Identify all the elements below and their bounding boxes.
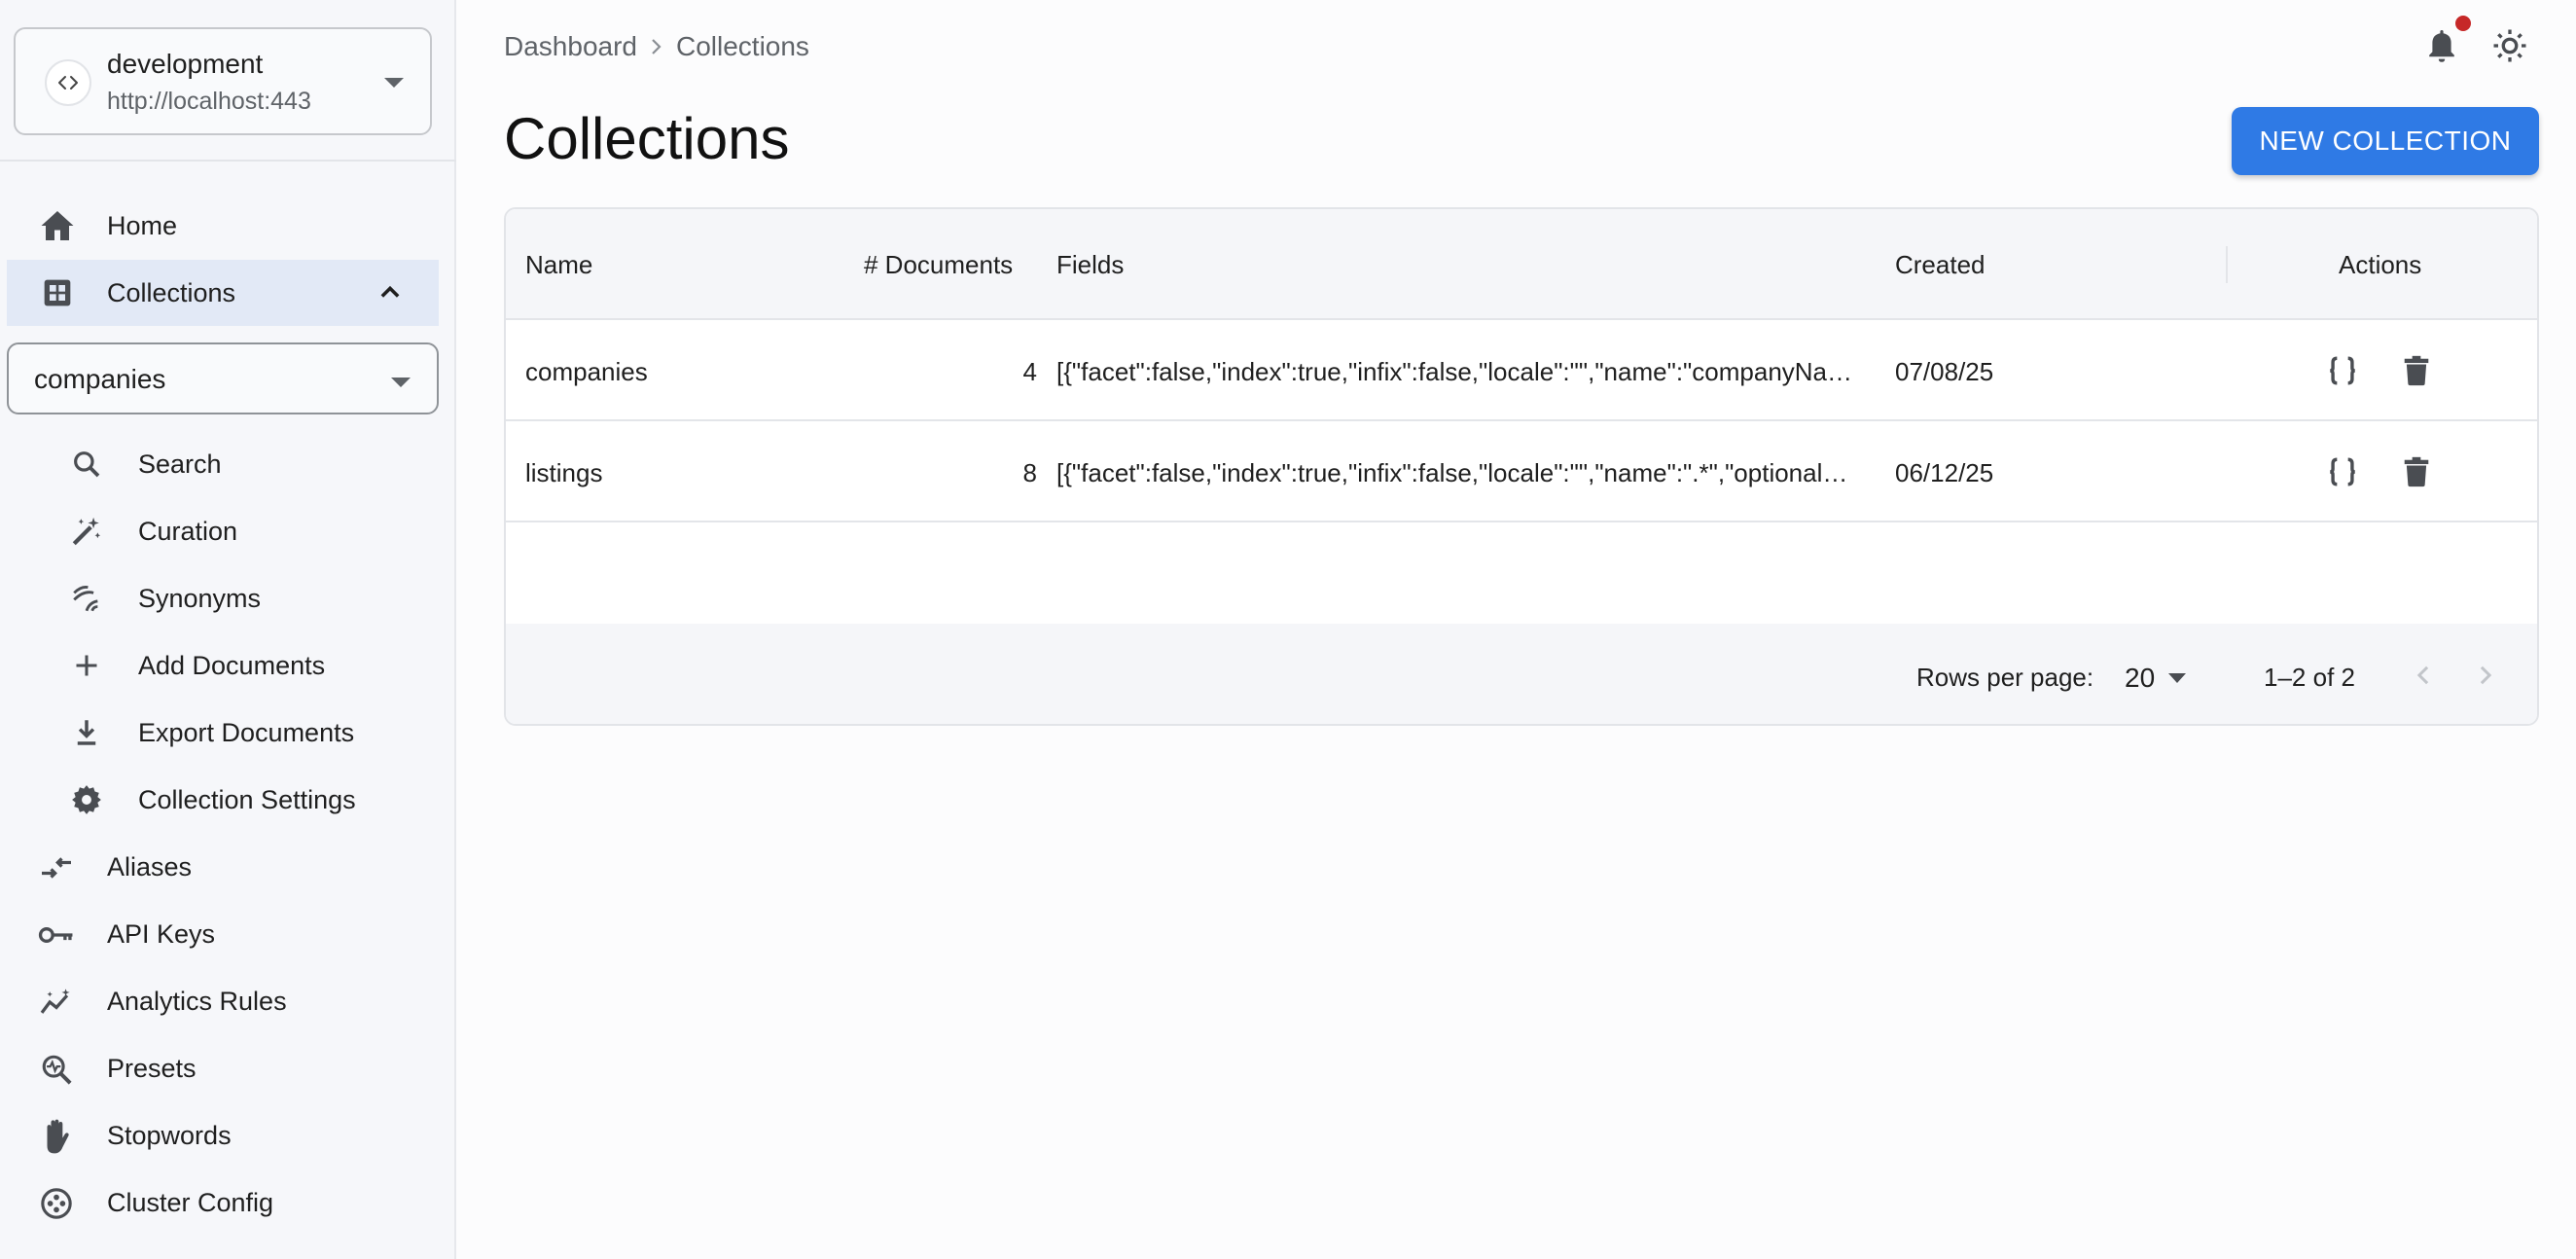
nav-home[interactable]: Home (7, 193, 439, 259)
cell-documents: 4 (1022, 357, 1037, 386)
cell-created: 06/12/25 (1895, 458, 1994, 487)
braces-icon[interactable] (2325, 454, 2360, 489)
collections-table: Name # Documents Fields Created Actions … (504, 207, 2539, 726)
breadcrumb-dashboard[interactable]: Dashboard (504, 31, 637, 62)
table-pagination: Rows per page: 20 1–2 of 2 (506, 624, 2537, 724)
sidebar-divider (0, 160, 456, 162)
synonyms-icon (68, 580, 105, 617)
pagination-range: 1–2 of 2 (2264, 663, 2355, 692)
sidebar-item-presets[interactable]: Presets (0, 1035, 439, 1101)
caret-down-icon (390, 376, 411, 394)
sidebar-item-search[interactable]: Search (0, 431, 439, 497)
sidebar-item-collection-settings[interactable]: Collection Settings (0, 767, 439, 833)
column-header-documents[interactable]: # Documents (864, 250, 1013, 280)
sidebar-item-add-documents[interactable]: Add Documents (0, 632, 439, 699)
nav-collections[interactable]: Collections (7, 260, 439, 326)
cell-name: listings (525, 458, 603, 487)
column-header-name[interactable]: Name (525, 250, 592, 280)
sidebar-item-label: Curation (138, 517, 238, 546)
nav-collections-label: Collections (107, 278, 236, 307)
server-name: development (107, 49, 264, 79)
sidebar-item-label: Analytics Rules (107, 987, 287, 1016)
sidebar-item-export-documents[interactable]: Export Documents (0, 700, 439, 766)
bell-icon[interactable] (2426, 28, 2457, 68)
key-icon (37, 916, 76, 954)
sidebar-item-cluster-config[interactable]: Cluster Config (0, 1169, 439, 1236)
sidebar-item-label: Search (138, 450, 222, 479)
home-icon (39, 207, 76, 244)
chevron-left-icon[interactable] (2413, 661, 2434, 695)
collection-select-value: companies (34, 364, 166, 394)
trash-icon[interactable] (2399, 353, 2434, 388)
table-row[interactable]: listings 8 [{"facet":false,"index":true,… (506, 421, 2537, 522)
collection-select[interactable]: companies (7, 342, 439, 414)
sidebar-item-label: Stopwords (107, 1121, 232, 1150)
table-header: Name # Documents Fields Created Actions (506, 209, 2537, 320)
cell-name: companies (525, 357, 648, 386)
sidebar: development http://localhost:443 Home Co… (0, 0, 456, 1259)
gear-icon (68, 781, 105, 818)
breadcrumb-current: Collections (675, 31, 809, 61)
table-row[interactable]: companies 4 [{"facet":false,"index":true… (506, 320, 2537, 421)
new-collection-button[interactable]: NEW COLLECTION (2232, 107, 2539, 175)
notification-badge (2455, 16, 2471, 31)
search-icon (68, 446, 105, 483)
sun-icon[interactable] (2492, 28, 2527, 68)
sidebar-item-label: Presets (107, 1054, 197, 1083)
sidebar-item-curation[interactable]: Curation (0, 498, 439, 564)
hand-icon (37, 1117, 76, 1156)
breadcrumb: Dashboard Collections (504, 31, 809, 62)
column-header-fields[interactable]: Fields (1056, 250, 1124, 280)
cell-documents: 8 (1022, 458, 1037, 487)
table-empty-space (506, 522, 2537, 616)
sidebar-item-label: API Keys (107, 919, 216, 949)
cell-fields: [{"facet":false,"index":true,"infix":fal… (1056, 357, 1853, 386)
column-header-actions: Actions (2339, 250, 2422, 279)
cell-created: 07/08/25 (1895, 357, 1994, 386)
sidebar-item-analytics-rules[interactable]: Analytics Rules (0, 968, 439, 1034)
cell-fields: [{"facet":false,"index":true,"infix":fal… (1056, 458, 1856, 487)
column-separator (2226, 246, 2228, 283)
sidebar-item-api-keys[interactable]: API Keys (0, 901, 439, 967)
chevron-right-icon (649, 36, 664, 57)
grid-icon (39, 274, 76, 311)
sidebar-item-label: Collection Settings (138, 785, 356, 814)
rows-per-page-select[interactable]: 20 (2125, 663, 2155, 694)
sidebar-item-label: Aliases (107, 852, 193, 881)
server-selector[interactable]: development http://localhost:443 (14, 27, 432, 135)
presets-icon (37, 1050, 76, 1089)
caret-down-icon[interactable] (2167, 671, 2187, 689)
nav-home-label: Home (107, 211, 178, 240)
braces-icon[interactable] (2325, 353, 2360, 388)
cluster-icon (37, 1184, 76, 1223)
sidebar-item-label: Synonyms (138, 584, 262, 613)
sidebar-item-aliases[interactable]: Aliases (0, 834, 439, 900)
rows-per-page-label: Rows per page: (1916, 663, 2094, 692)
page-title: Collections (504, 106, 790, 171)
sidebar-item-label: Add Documents (138, 651, 326, 680)
plus-icon (68, 647, 105, 684)
chevron-up-icon[interactable] (376, 279, 404, 311)
aliases-icon (37, 848, 76, 887)
trash-icon[interactable] (2399, 454, 2434, 489)
download-icon (68, 714, 105, 751)
column-header-created[interactable]: Created (1895, 250, 1986, 280)
caret-down-icon (383, 76, 405, 94)
chevron-right-icon[interactable] (2475, 661, 2496, 695)
magic-wand-icon (68, 513, 105, 550)
analytics-icon (37, 983, 76, 1022)
code-icon (45, 59, 91, 106)
server-url: http://localhost:443 (107, 88, 311, 115)
sidebar-item-stopwords[interactable]: Stopwords (0, 1102, 439, 1169)
sidebar-item-label: Cluster Config (107, 1188, 274, 1217)
sidebar-item-label: Export Documents (138, 718, 355, 747)
sidebar-item-synonyms[interactable]: Synonyms (0, 565, 439, 631)
